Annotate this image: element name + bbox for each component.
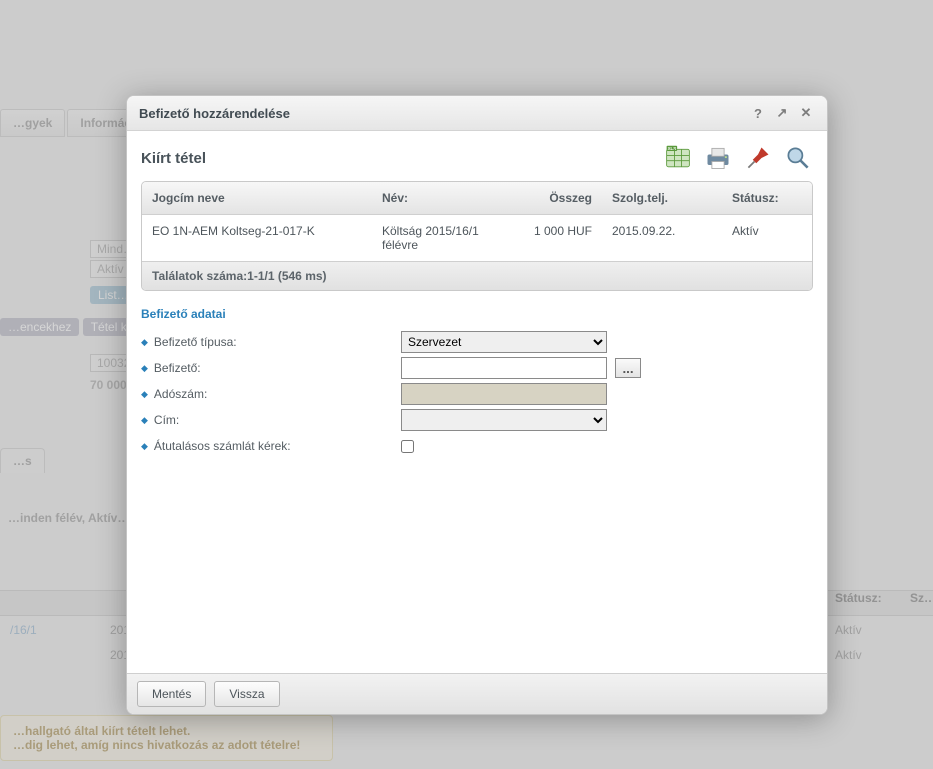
address-select[interactable]	[401, 409, 607, 431]
th-nev: Név:	[372, 182, 492, 214]
items-table: Jogcím neve Név: Összeg Szolg.telj. Stát…	[141, 181, 813, 291]
cell-jogcim: EO 1N-AEM Koltseg-21-017-K	[142, 215, 372, 261]
modal-title-text: Befizető hozzárendelése	[139, 106, 290, 121]
th-status: Státusz:	[722, 182, 812, 214]
bg-subtab: …s	[0, 448, 45, 473]
bg-warning: …hallgató által kiírt tételt lehet. …dig…	[0, 715, 333, 761]
cell-nev: Költság 2015/16/1 félévre	[372, 215, 492, 261]
label-tax: Adószám:	[154, 387, 207, 401]
table-row[interactable]: EO 1N-AEM Koltseg-21-017-K Költság 2015/…	[142, 215, 812, 261]
search-icon[interactable]	[783, 143, 813, 173]
table-footer: Találatok száma:1-1/1 (546 ms)	[142, 261, 812, 290]
bg-pill: …encekhez	[0, 318, 79, 336]
label-payer-type: Befizető típusa:	[154, 335, 237, 349]
help-icon[interactable]: ?	[749, 104, 767, 122]
bg-th-status: Státusz:	[835, 591, 895, 605]
section-heading-row: Kiírt tétel XLS	[141, 143, 813, 173]
modal-titlebar: Befizető hozzárendelése ? ↗ ✕	[127, 96, 827, 131]
payer-assignment-modal: Befizető hozzárendelése ? ↗ ✕ Kiírt téte…	[126, 95, 828, 715]
cell-szolgtelj: 2015.09.22.	[602, 215, 722, 261]
label-addr: Cím:	[154, 413, 179, 427]
bg-cell: Aktív	[835, 623, 895, 637]
th-szolgtelj: Szolg.telj.	[602, 182, 722, 214]
transfer-invoice-checkbox[interactable]	[401, 440, 414, 453]
bg-warning-line: …dig lehet, amíg nincs hivatkozás az ado…	[13, 738, 320, 752]
export-xls-icon[interactable]: XLS	[663, 143, 693, 173]
save-button[interactable]: Mentés	[137, 681, 206, 707]
cell-status: Aktív	[722, 215, 812, 261]
th-osszeg: Összeg	[492, 182, 602, 214]
bg-cell: Aktív	[835, 648, 895, 662]
label-transfer: Átutalásos számlát kérek:	[154, 439, 291, 453]
popout-icon[interactable]: ↗	[773, 104, 791, 122]
close-icon[interactable]: ✕	[797, 104, 815, 122]
bg-th-sz: Sz…	[910, 591, 933, 605]
label-payer: Befizető:	[154, 361, 201, 375]
back-button[interactable]: Vissza	[214, 681, 279, 707]
payer-data-heading: Befizető adatai	[141, 307, 813, 321]
payer-input[interactable]	[401, 357, 607, 379]
bg-tab: …gyek	[0, 109, 65, 137]
bg-warning-line: …hallgató által kiírt tételt lehet.	[13, 724, 320, 738]
print-icon[interactable]	[703, 143, 733, 173]
tax-number-input	[401, 383, 607, 405]
section-heading: Kiírt tétel	[141, 150, 206, 167]
th-jogcim: Jogcím neve	[142, 182, 372, 214]
payer-lookup-button[interactable]: ...	[615, 358, 641, 378]
payer-type-select[interactable]: Szervezet	[401, 331, 607, 353]
pin-icon[interactable]	[743, 143, 773, 173]
table-header-row: Jogcím neve Név: Összeg Szolg.telj. Stát…	[142, 182, 812, 215]
cell-osszeg: 1 000 HUF	[492, 215, 602, 261]
payer-form: ◆Befizető típusa: Szervezet ◆Befizető: .…	[141, 329, 813, 459]
modal-footer: Mentés Vissza	[127, 673, 827, 714]
